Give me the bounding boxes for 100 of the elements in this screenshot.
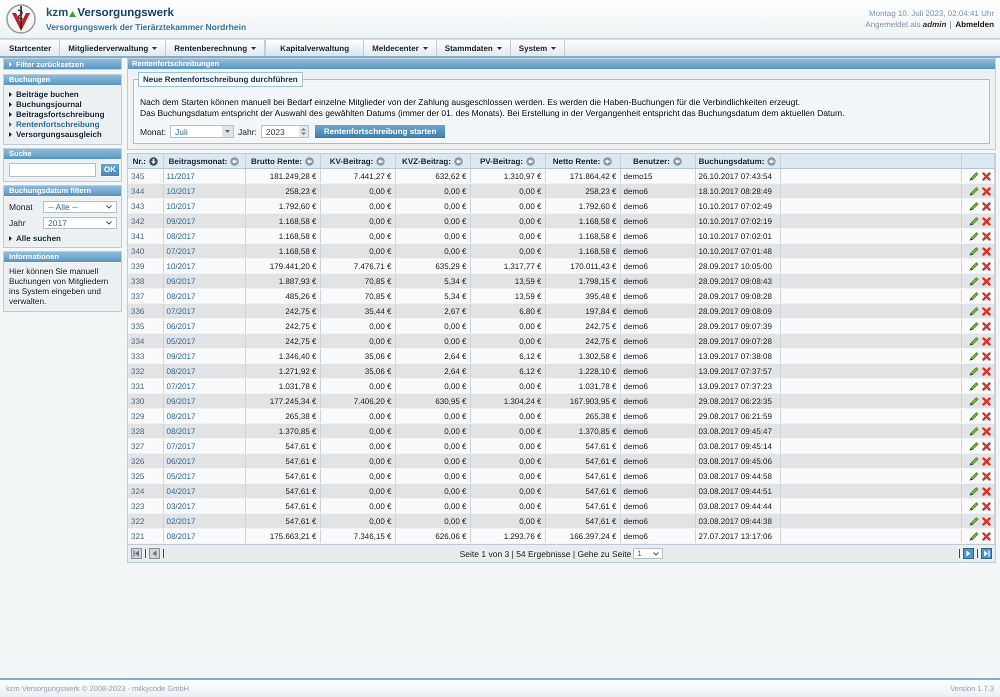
cross-icon[interactable] [982, 292, 991, 300]
search-field[interactable] [9, 162, 96, 177]
pencil-icon[interactable] [969, 336, 979, 346]
pencil-icon[interactable] [969, 171, 979, 181]
dropdown[interactable]: -- Alle -- [43, 200, 117, 213]
cross-icon[interactable] [982, 322, 991, 330]
table-cell: 323 [128, 498, 163, 514]
table-cell: demo6 [620, 364, 695, 378]
pencil-icon[interactable] [969, 366, 979, 376]
pencil-icon[interactable] [969, 231, 979, 241]
table-cell: 0,00 € [470, 378, 545, 394]
table-cell: 335 [128, 318, 163, 334]
nav-tab[interactable]: Kapitalverwaltung [265, 40, 364, 56]
pencil-icon[interactable] [969, 276, 979, 286]
table-cell: demo6 [620, 334, 695, 348]
pencil-icon[interactable] [969, 291, 979, 301]
page-select[interactable]: 1 [633, 548, 664, 559]
cross-icon[interactable] [982, 352, 991, 360]
table-cell: 0,00 € [320, 424, 395, 438]
cross-icon[interactable] [982, 232, 991, 240]
cross-icon[interactable] [982, 382, 991, 390]
menu-item[interactable]: Beitragsfortschreibung [9, 109, 117, 120]
pencil-icon[interactable] [969, 246, 979, 256]
cross-icon[interactable] [982, 246, 991, 256]
pencil-icon[interactable] [969, 501, 979, 511]
nav-tab[interactable]: Mitgliederverwaltung [60, 40, 166, 56]
table-cell: 02/2017 [163, 514, 245, 528]
pencil-icon[interactable] [969, 381, 979, 391]
cross-icon[interactable] [982, 262, 991, 270]
pencil-icon[interactable] [969, 531, 979, 541]
table-cell: 0,00 € [320, 184, 395, 198]
table-cell: 332 [128, 364, 163, 378]
cross-icon[interactable] [982, 516, 991, 526]
dropdown[interactable]: 2017 [43, 216, 117, 229]
pencil-icon[interactable] [969, 471, 979, 481]
pencil-icon[interactable] [969, 216, 979, 226]
pencil-icon[interactable] [969, 456, 979, 466]
pencil-icon[interactable] [969, 411, 979, 421]
cross-icon[interactable] [982, 442, 991, 450]
pencil-icon[interactable] [969, 201, 979, 211]
cross-icon[interactable] [982, 216, 991, 226]
table-cell: 630,95 € [395, 394, 470, 408]
pencil-icon[interactable] [969, 441, 979, 451]
table-cell: demo6 [620, 408, 695, 424]
cross-icon[interactable] [982, 412, 991, 420]
table-cell: 0,00 € [395, 244, 470, 258]
group-title: Neue Rentenfortschreibung durchführen [138, 72, 303, 87]
table-cell: 2,64 € [395, 364, 470, 378]
logout-link[interactable]: Abmelden [955, 19, 994, 30]
table-cell: 10.10.2017 07:02:19 [695, 214, 780, 228]
table-cell: 28.09.2017 09:07:39 [695, 318, 780, 334]
table-cell: 337 [128, 288, 163, 304]
cross-icon[interactable] [982, 486, 991, 496]
table-cell: demo6 [620, 184, 695, 198]
pencil-icon[interactable] [969, 426, 979, 436]
table-cell: 547,61 € [545, 484, 620, 498]
menu-item[interactable]: Beiträge buchen [9, 89, 117, 100]
table-cell: 327 [128, 438, 163, 454]
menu-item[interactable]: Rentenfortschreibung [9, 120, 117, 130]
year-spinbox[interactable]: 2023 [260, 125, 309, 138]
pencil-icon[interactable] [969, 321, 979, 331]
table-cell: demo6 [620, 244, 695, 258]
cross-icon[interactable] [982, 472, 991, 480]
pencil-icon[interactable] [969, 516, 979, 526]
cross-icon[interactable] [982, 426, 991, 436]
nav-tab[interactable]: Startcenter [1, 40, 60, 56]
pencil-icon[interactable] [969, 306, 979, 316]
table-cell: 1.168,58 € [545, 244, 620, 258]
skip-forward-icon[interactable] [981, 548, 992, 559]
nav-tab[interactable]: Meldecenter [364, 40, 437, 56]
table-cell: 167.903,95 € [545, 394, 620, 408]
cross-icon[interactable] [982, 336, 991, 346]
pencil-icon[interactable] [969, 261, 979, 271]
nav-tab[interactable]: Stammdaten [436, 40, 511, 56]
cross-icon[interactable] [982, 366, 991, 376]
table-cell: 06/2017 [163, 318, 245, 334]
cross-icon[interactable] [982, 502, 991, 510]
table-cell: 1.168,58 € [245, 244, 320, 258]
menu-item[interactable]: Buchungsjournal [9, 99, 117, 110]
pencil-icon[interactable] [969, 396, 979, 406]
cross-icon[interactable] [982, 172, 991, 180]
pencil-icon[interactable] [969, 351, 979, 361]
menu-item[interactable]: Versorgungsausgleich [9, 130, 117, 140]
pencil-icon[interactable] [969, 486, 979, 496]
cross-icon[interactable] [982, 276, 991, 286]
table-cell: 1.346,40 € [245, 348, 320, 364]
month-select[interactable]: Juli [170, 125, 234, 138]
table-cell: 547,61 € [545, 468, 620, 484]
search-all-link[interactable]: Alle suchen [9, 232, 117, 245]
cross-icon[interactable] [982, 396, 991, 406]
triangle-right-icon[interactable] [963, 548, 974, 559]
cross-icon[interactable] [982, 456, 991, 466]
pencil-icon[interactable] [969, 186, 979, 196]
cross-icon[interactable] [982, 532, 991, 540]
cross-icon[interactable] [982, 186, 991, 196]
triangle-icon [69, 11, 76, 17]
nav-tab[interactable]: System [510, 40, 566, 56]
cross-icon[interactable] [982, 306, 991, 316]
login-status: Angemeldet als admin [865, 19, 946, 30]
cross-icon[interactable] [982, 202, 991, 210]
